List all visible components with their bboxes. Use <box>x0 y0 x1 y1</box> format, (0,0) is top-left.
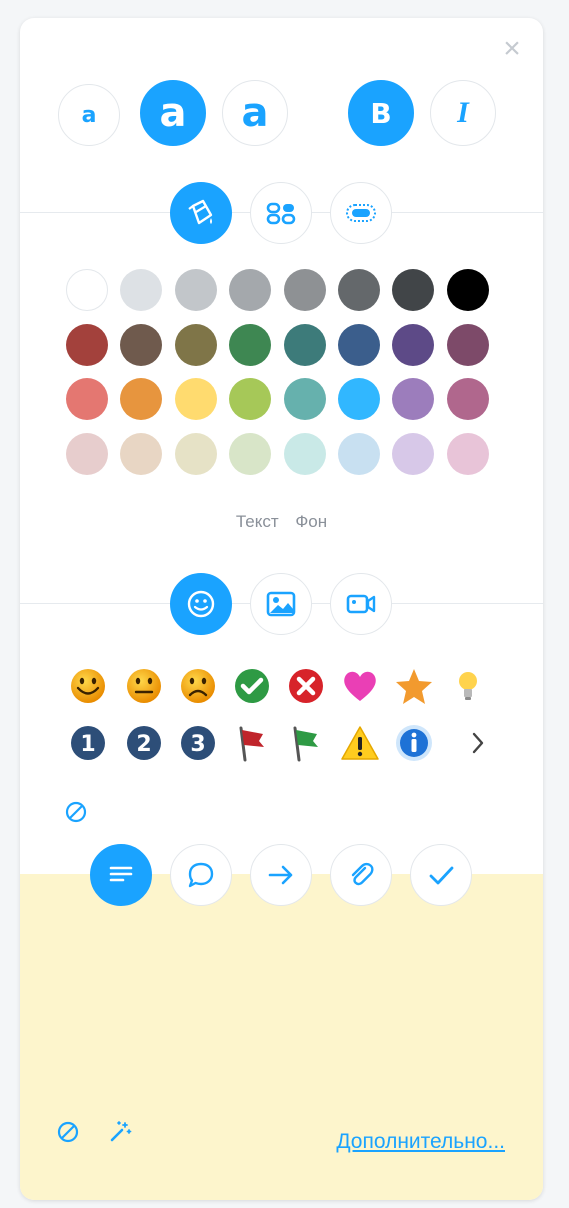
font-medium-button[interactable]: a <box>140 80 206 146</box>
text-lines-icon <box>109 866 133 882</box>
image-icon <box>266 591 296 617</box>
color-swatch[interactable] <box>229 269 272 311</box>
color-swatch[interactable] <box>338 432 380 475</box>
color-swatch[interactable] <box>229 432 272 475</box>
light-bulb-icon[interactable] <box>448 666 488 706</box>
color-swatch[interactable] <box>392 378 435 420</box>
group-style-button[interactable] <box>250 182 312 244</box>
color-swatch[interactable] <box>120 432 163 475</box>
red-flag-icon[interactable] <box>232 723 272 763</box>
color-swatch[interactable] <box>446 378 489 420</box>
number-one-icon[interactable]: 1 <box>68 723 108 763</box>
color-swatch[interactable] <box>392 432 435 475</box>
clear-format-button[interactable] <box>50 1114 86 1150</box>
color-swatch[interactable] <box>392 323 435 366</box>
paint-bucket-icon <box>188 199 213 225</box>
video-tab-button[interactable] <box>330 573 392 635</box>
star-icon[interactable] <box>394 666 434 706</box>
link-arrow-button[interactable] <box>250 844 312 906</box>
no-icon <box>57 1121 79 1143</box>
check-icon <box>429 866 454 885</box>
svg-text:1: 1 <box>80 732 95 757</box>
video-camera-icon <box>346 594 376 614</box>
close-button[interactable]: × <box>499 34 525 64</box>
clear-icon-button[interactable] <box>58 794 94 830</box>
comment-button[interactable] <box>170 844 232 906</box>
color-swatch[interactable] <box>174 269 217 311</box>
color-swatch[interactable] <box>174 378 217 420</box>
fill-color-button[interactable] <box>170 182 232 244</box>
no-icon <box>65 801 87 823</box>
color-swatch[interactable] <box>66 432 108 475</box>
arrow-right-icon <box>268 865 293 885</box>
info-icon[interactable] <box>394 723 434 763</box>
magic-wand-button[interactable] <box>102 1114 138 1150</box>
neutral-face-icon[interactable] <box>124 666 164 706</box>
number-two-icon[interactable]: 2 <box>124 723 164 763</box>
happy-face-icon[interactable] <box>68 666 108 706</box>
color-target-tabs: Текст Фон <box>20 512 543 532</box>
color-swatch[interactable] <box>66 269 108 311</box>
color-swatch[interactable] <box>120 269 163 311</box>
color-swatch[interactable] <box>338 323 380 366</box>
tab-text-color[interactable]: Текст <box>236 512 279 531</box>
check-mark-icon[interactable] <box>232 666 272 706</box>
warning-icon[interactable] <box>340 723 380 763</box>
cross-mark-icon[interactable] <box>286 666 326 706</box>
italic-button[interactable]: I <box>430 80 496 146</box>
confirm-button[interactable] <box>410 844 472 906</box>
color-swatch[interactable] <box>174 323 217 366</box>
color-swatch[interactable] <box>229 323 272 366</box>
svg-text:3: 3 <box>190 732 205 757</box>
color-swatch[interactable] <box>446 432 489 475</box>
color-swatch[interactable] <box>229 378 272 420</box>
color-swatch[interactable] <box>120 378 163 420</box>
heart-icon[interactable] <box>340 666 380 706</box>
green-flag-icon[interactable] <box>286 723 326 763</box>
image-tab-button[interactable] <box>250 573 312 635</box>
color-swatch[interactable] <box>120 323 163 366</box>
number-three-icon[interactable]: 3 <box>178 723 218 763</box>
color-swatch[interactable] <box>66 323 108 366</box>
text-align-button[interactable] <box>90 844 152 906</box>
shapes-group-icon <box>266 202 296 225</box>
attachment-button[interactable] <box>330 844 392 906</box>
speech-bubble-icon <box>188 862 214 888</box>
font-small-button[interactable]: a <box>58 84 120 146</box>
color-swatch[interactable] <box>446 323 489 366</box>
svg-text:2: 2 <box>136 732 151 757</box>
chevron-right-icon[interactable] <box>458 723 498 763</box>
color-swatch[interactable] <box>338 378 380 420</box>
formatting-panel: × a a a B I Текст Фон 1 2 3 Дополнительн… <box>20 18 543 1200</box>
dashed-border-icon <box>346 204 376 222</box>
color-swatch[interactable] <box>66 378 108 420</box>
color-swatch[interactable] <box>392 269 435 311</box>
color-swatch[interactable] <box>283 269 326 311</box>
color-swatch[interactable] <box>338 269 380 311</box>
color-swatch[interactable] <box>174 432 217 475</box>
emoji-tab-button[interactable] <box>170 573 232 635</box>
paperclip-icon <box>351 862 374 886</box>
font-large-button[interactable]: a <box>222 80 288 146</box>
color-swatch[interactable] <box>283 378 326 420</box>
color-swatch[interactable] <box>283 432 326 475</box>
border-style-button[interactable] <box>330 182 392 244</box>
color-swatch[interactable] <box>283 323 326 366</box>
sad-face-icon[interactable] <box>178 666 218 706</box>
color-swatch[interactable] <box>446 269 489 311</box>
bold-button[interactable]: B <box>348 80 414 146</box>
smiley-icon <box>187 590 215 618</box>
magic-wand-icon <box>110 1121 132 1142</box>
tab-background-color[interactable]: Фон <box>295 512 327 531</box>
more-options-link[interactable]: Дополнительно... <box>336 1130 505 1154</box>
